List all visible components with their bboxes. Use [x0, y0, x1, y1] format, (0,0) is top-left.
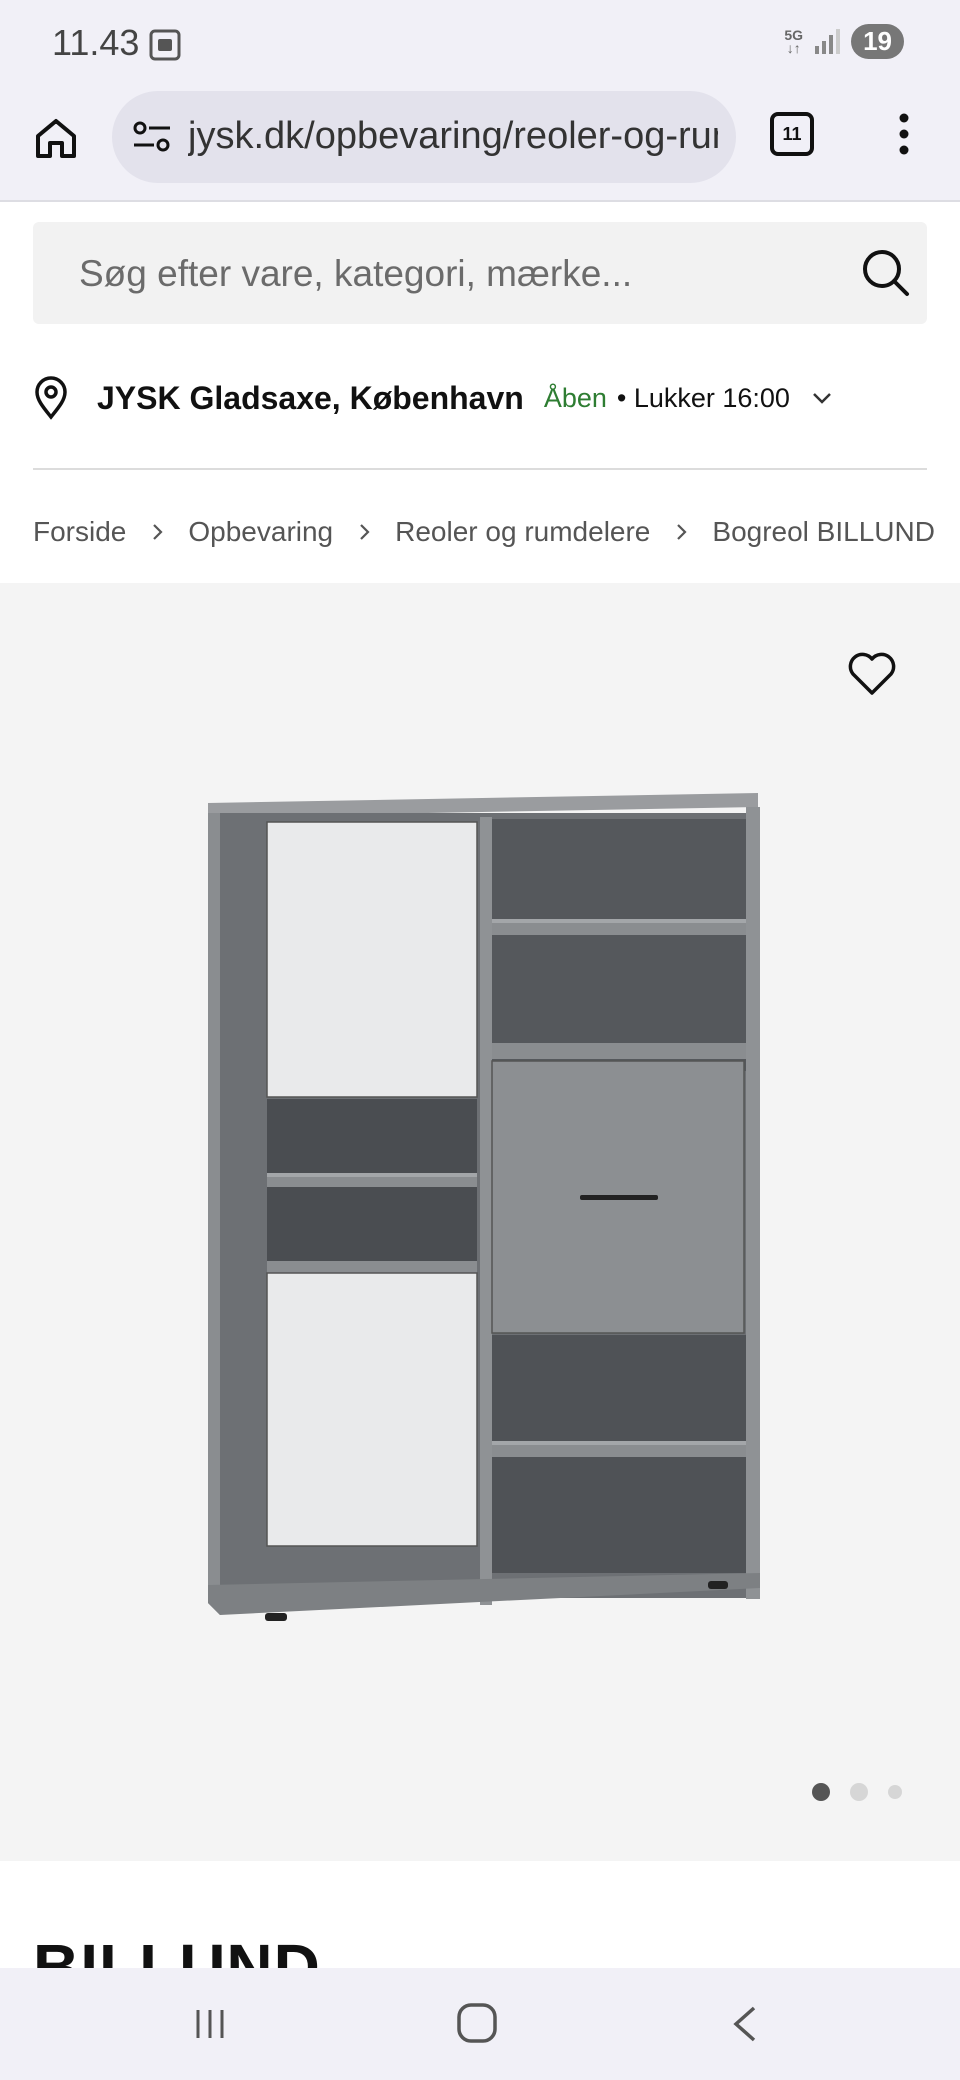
battery-indicator: 19 [851, 24, 904, 59]
breadcrumb: Forside Opbevaring Reoler og rumdelere B… [33, 512, 960, 552]
site-settings-icon[interactable] [132, 119, 172, 155]
breadcrumb-forside[interactable]: Forside [33, 516, 126, 548]
store-name: JYSK Gladsaxe, København [97, 379, 524, 416]
url-text[interactable]: jysk.dk/opbevaring/reoler-og-rumdelere [188, 115, 718, 158]
search-icon[interactable] [859, 246, 913, 300]
chevron-right-icon [153, 524, 163, 540]
chevron-right-icon [360, 524, 370, 540]
status-bar: 11.43 5G ↓↑ 19 [0, 0, 960, 86]
more-menu-icon[interactable] [890, 110, 918, 158]
store-open-status: Åben [543, 382, 607, 413]
search-box [33, 222, 927, 324]
gallery-pagination [812, 1783, 902, 1801]
search-input[interactable] [79, 252, 799, 296]
chevron-down-icon[interactable] [808, 384, 836, 412]
home-icon[interactable] [32, 114, 80, 162]
signal-icon [815, 28, 841, 54]
gallery-dot[interactable] [850, 1783, 868, 1801]
recent-apps-icon[interactable] [192, 2006, 228, 2042]
tab-switcher-button[interactable]: 11 [770, 112, 814, 156]
browser-toolbar: jysk.dk/opbevaring/reoler-og-rumdelere 1… [0, 86, 960, 202]
address-bar[interactable]: jysk.dk/opbevaring/reoler-og-rumdelere [112, 91, 736, 183]
back-icon[interactable] [730, 2004, 760, 2044]
gallery-dot[interactable] [812, 1783, 830, 1801]
status-time: 11.43 [52, 22, 140, 63]
network-type: 5G ↓↑ [784, 26, 804, 56]
home-nav-icon[interactable] [456, 2002, 498, 2044]
divider [33, 468, 927, 470]
status-indicators: 5G ↓↑ 19 [784, 24, 904, 59]
store-closing-time: • Lukker 16:00 [616, 382, 790, 413]
breadcrumb-current: Bogreol BILLUND [712, 516, 935, 547]
breadcrumb-opbevaring[interactable]: Opbevaring [188, 516, 333, 548]
breadcrumb-reoler[interactable]: Reoler og rumdelere [395, 516, 650, 548]
chevron-right-icon [677, 524, 687, 540]
system-nav-bar [0, 1968, 960, 2080]
store-selector[interactable]: JYSK Gladsaxe, København Åben • Lukker 1… [33, 370, 927, 426]
screenshot-icon [149, 29, 181, 61]
product-image [208, 793, 760, 1621]
location-pin-icon [35, 376, 67, 420]
gallery-dot[interactable] [888, 1785, 902, 1799]
product-gallery[interactable] [0, 583, 960, 1861]
heart-icon[interactable] [846, 649, 898, 697]
